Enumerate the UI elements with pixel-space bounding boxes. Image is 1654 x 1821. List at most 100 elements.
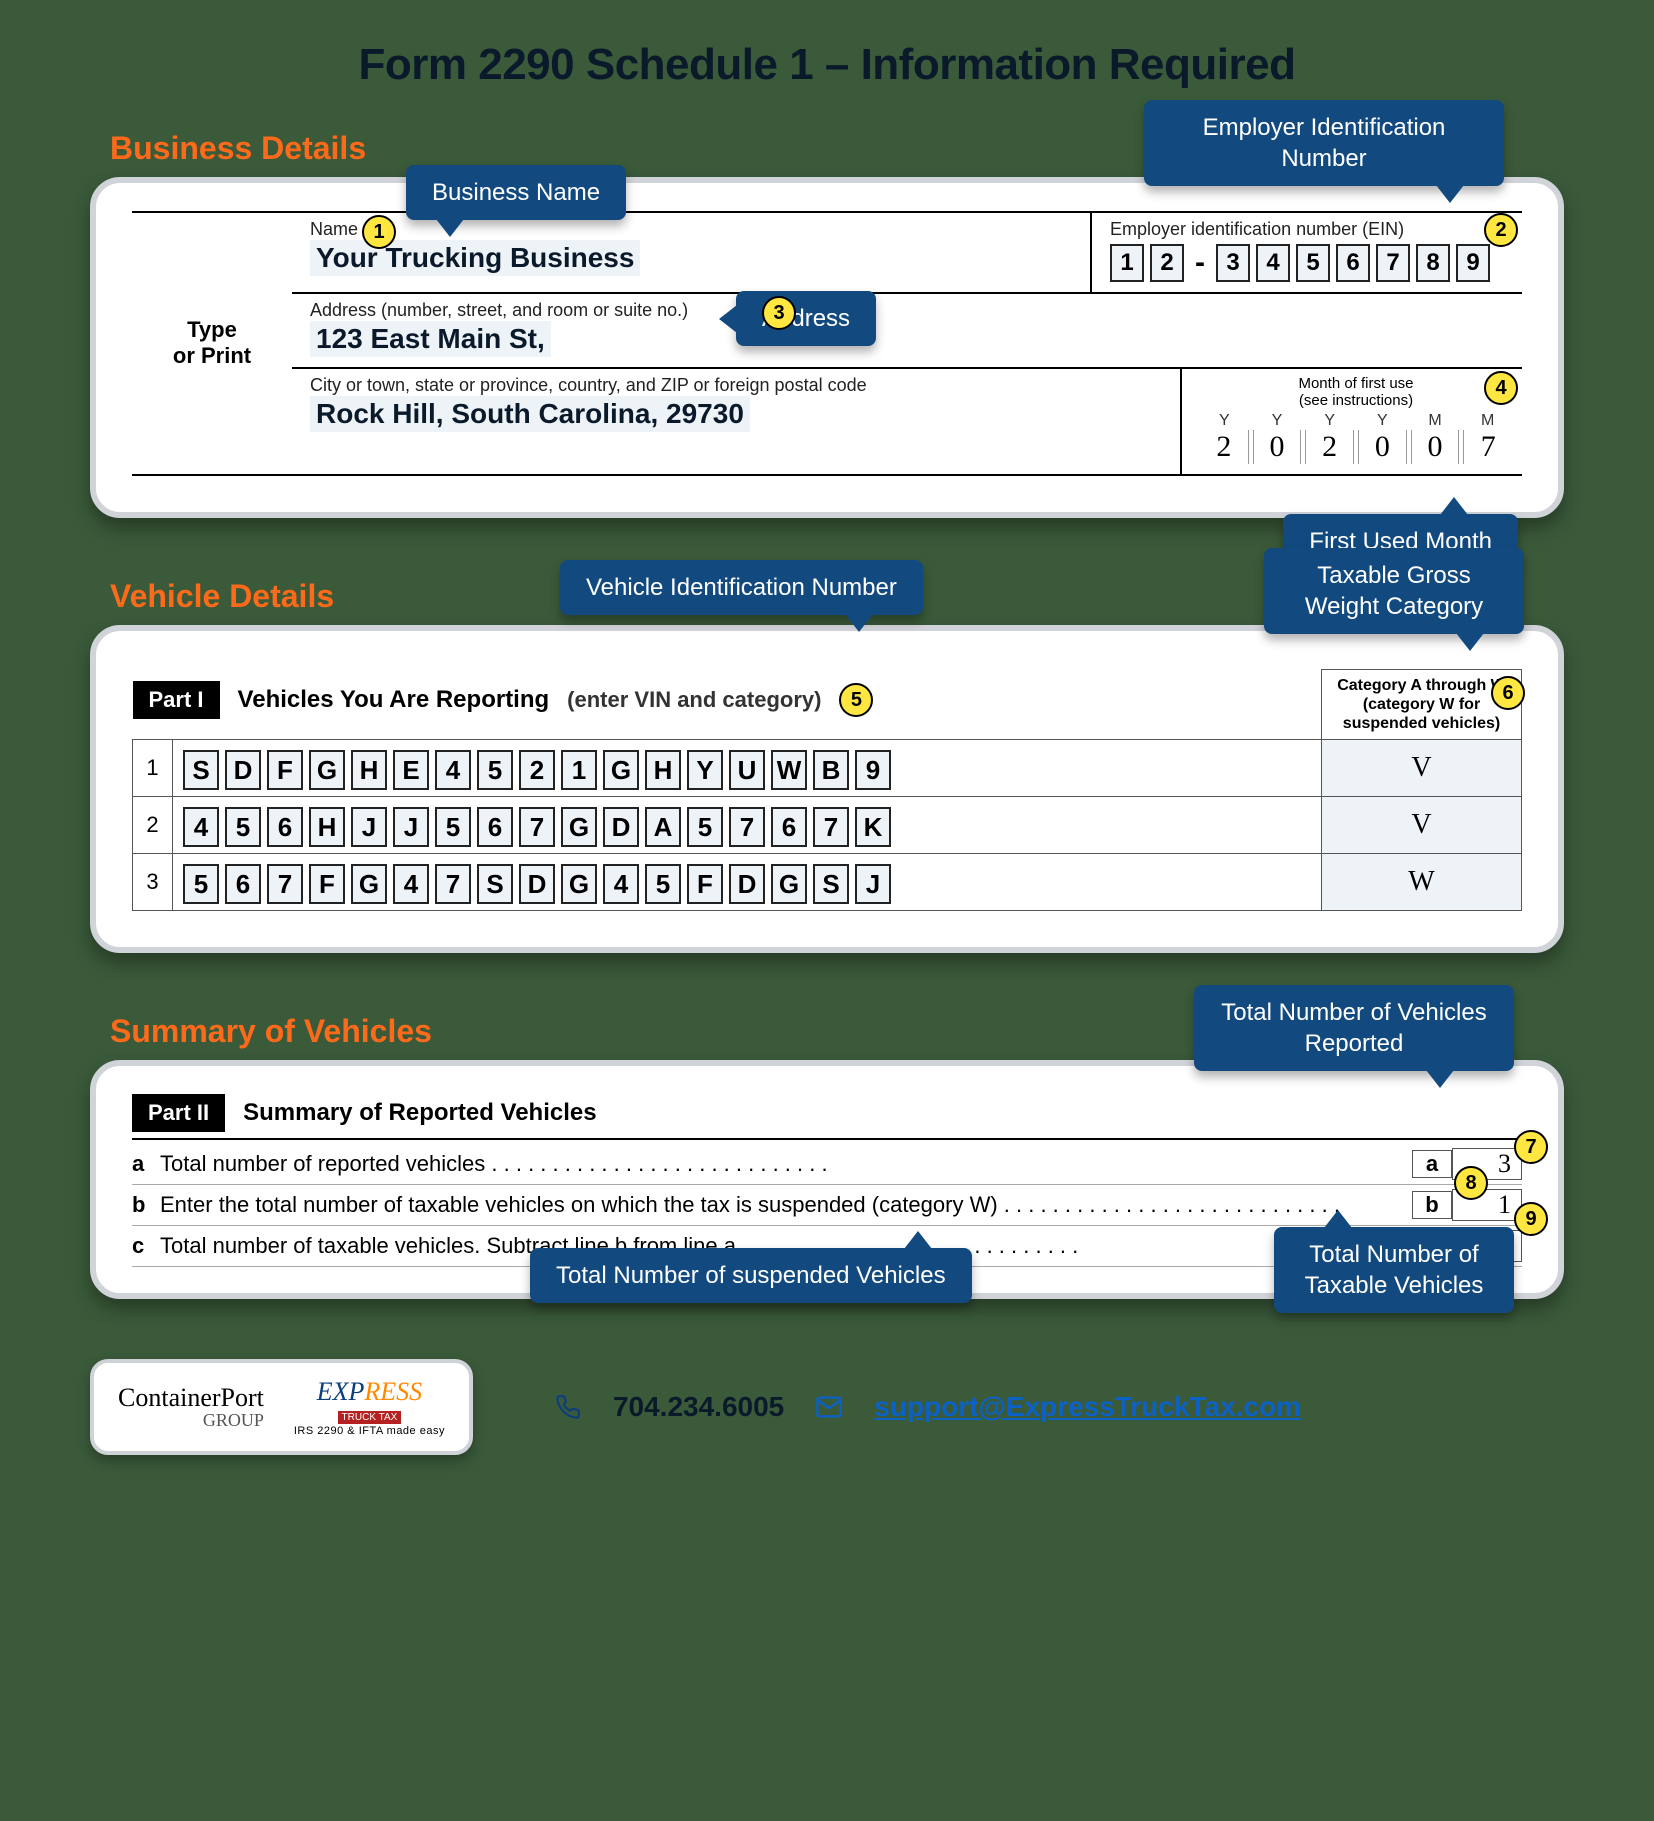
badge-2: 2 — [1484, 213, 1518, 247]
vin-char: S — [477, 864, 513, 904]
fum-digit: Y0 — [1253, 412, 1302, 464]
callout-address: Address — [736, 291, 876, 346]
vin-char: G — [561, 807, 597, 847]
badge-9: 9 — [1514, 1202, 1548, 1236]
vin-char: D — [225, 750, 261, 790]
vin-char: 1 — [561, 750, 597, 790]
fum-digit: Y2 — [1305, 412, 1354, 464]
callout-business-name: Business Name — [406, 165, 626, 220]
vin-char: Y — [687, 750, 723, 790]
fum-digit: Y2 — [1200, 412, 1249, 464]
ein-label: Employer identification number (EIN) — [1110, 219, 1404, 239]
vin-char: 7 — [519, 807, 555, 847]
vin-char: 5 — [435, 807, 471, 847]
category-cell: W — [1322, 854, 1522, 911]
vin-char: G — [309, 750, 345, 790]
vin-char: G — [351, 864, 387, 904]
ein-digit: 6 — [1336, 244, 1370, 282]
ein-digit: 2 — [1150, 244, 1184, 282]
category-cell: V — [1322, 740, 1522, 797]
ein-digit: 3 — [1216, 244, 1250, 282]
vin-char: A — [645, 807, 681, 847]
badge-7: 7 — [1514, 1130, 1548, 1164]
phone-icon — [553, 1392, 583, 1422]
type-or-print-label: Type or Print — [132, 211, 292, 476]
vin-cell: SDFGHE4521GHYUWB9 — [173, 740, 1322, 797]
part1-title: Vehicles You Are Reporting — [238, 686, 550, 714]
vin-char: J — [393, 807, 429, 847]
business-name-value: Your Trucking Business — [310, 240, 640, 276]
vehicle-panel: Part I Vehicles You Are Reporting (enter… — [90, 625, 1564, 954]
table-row: 3567FG47SDG45FDGSJW — [133, 854, 1522, 911]
vin-char: D — [729, 864, 765, 904]
vin-char: G — [561, 864, 597, 904]
category-header-3: suspended vehicles) — [1332, 714, 1511, 733]
vin-char: 5 — [183, 864, 219, 904]
vin-cell: 567FG47SDG45FDGSJ — [173, 854, 1322, 911]
fum-digit: M7 — [1463, 412, 1512, 464]
vin-char: J — [351, 807, 387, 847]
badge-4: 4 — [1484, 371, 1518, 405]
part1-subtitle: (enter VIN and category) — [567, 687, 821, 713]
badge-6: 6 — [1491, 676, 1525, 710]
ein-digit: 4 — [1256, 244, 1290, 282]
phone-number: 704.234.6005 — [613, 1391, 784, 1423]
expresstrucktax-logo: EXPRESS TRUCK TAX IRS 2290 & IFTA made e… — [294, 1377, 445, 1437]
category-header-1: Category A through W — [1332, 676, 1511, 695]
vin-char: 6 — [477, 807, 513, 847]
ein-digit: 7 — [1376, 244, 1410, 282]
summary-line: aTotal number of reported vehiclesa3 — [132, 1144, 1522, 1185]
part2-title: Summary of Reported Vehicles — [243, 1099, 596, 1127]
vehicle-table: Part I Vehicles You Are Reporting (enter… — [132, 669, 1522, 912]
ein-digit: - — [1190, 244, 1210, 282]
vin-char: F — [687, 864, 723, 904]
vin-char: H — [351, 750, 387, 790]
city-value: Rock Hill, South Carolina, 29730 — [310, 396, 750, 432]
fum-digit: Y0 — [1358, 412, 1407, 464]
row-number: 3 — [133, 854, 173, 911]
fum-digit: M0 — [1411, 412, 1460, 464]
category-cell: V — [1322, 797, 1522, 854]
fum-label-2: (see instructions) — [1299, 392, 1413, 409]
callout-suspended: Total Number of suspended Vehicles — [530, 1248, 972, 1303]
vin-char: 5 — [645, 864, 681, 904]
vin-char: 7 — [267, 864, 303, 904]
vin-char: J — [855, 864, 891, 904]
ein-digit: 5 — [1296, 244, 1330, 282]
address-label: Address (number, street, and room or sui… — [310, 300, 688, 320]
table-row: 2456HJJ567GDA5767KV — [133, 797, 1522, 854]
part2-label: Part II — [132, 1094, 225, 1132]
vin-char: B — [813, 750, 849, 790]
vin-char: 5 — [225, 807, 261, 847]
callout-taxable: Total Number of Taxable Vehicles — [1274, 1227, 1514, 1313]
vin-char: S — [183, 750, 219, 790]
vin-char: 6 — [771, 807, 807, 847]
part1-label: Part I — [133, 681, 220, 719]
footer: ContainerPort GROUP EXPRESS TRUCK TAX IR… — [90, 1359, 1564, 1455]
summary-line: bEnter the total number of taxable vehic… — [132, 1185, 1522, 1226]
vin-char: 7 — [813, 807, 849, 847]
ein-digit: 1 — [1110, 244, 1144, 282]
badge-5: 5 — [839, 683, 873, 717]
logo-box: ContainerPort GROUP EXPRESS TRUCK TAX IR… — [90, 1359, 473, 1455]
ein-digit: 9 — [1456, 244, 1490, 282]
ein-digit: 8 — [1416, 244, 1450, 282]
email-link[interactable]: support@ExpressTruckTax.com — [874, 1391, 1301, 1423]
vin-char: E — [393, 750, 429, 790]
table-row: 1SDFGHE4521GHYUWB9V — [133, 740, 1522, 797]
vin-char: 4 — [603, 864, 639, 904]
callout-category: Taxable Gross Weight Category — [1264, 548, 1524, 634]
vin-char: 7 — [729, 807, 765, 847]
vin-char: 5 — [687, 807, 723, 847]
email-icon — [814, 1392, 844, 1422]
ein-value: 12-3456789 — [1110, 244, 1512, 282]
vin-cell: 456HJJ567GDA5767K — [173, 797, 1322, 854]
callout-ein: Employer Identification Number — [1144, 100, 1504, 186]
vin-char: 6 — [225, 864, 261, 904]
vin-char: G — [771, 864, 807, 904]
category-header-2: (category W for — [1332, 695, 1511, 714]
vin-char: D — [603, 807, 639, 847]
fum-value: Y2Y0Y2Y0M0M7 — [1200, 412, 1512, 464]
vin-char: 4 — [393, 864, 429, 904]
row-number: 1 — [133, 740, 173, 797]
